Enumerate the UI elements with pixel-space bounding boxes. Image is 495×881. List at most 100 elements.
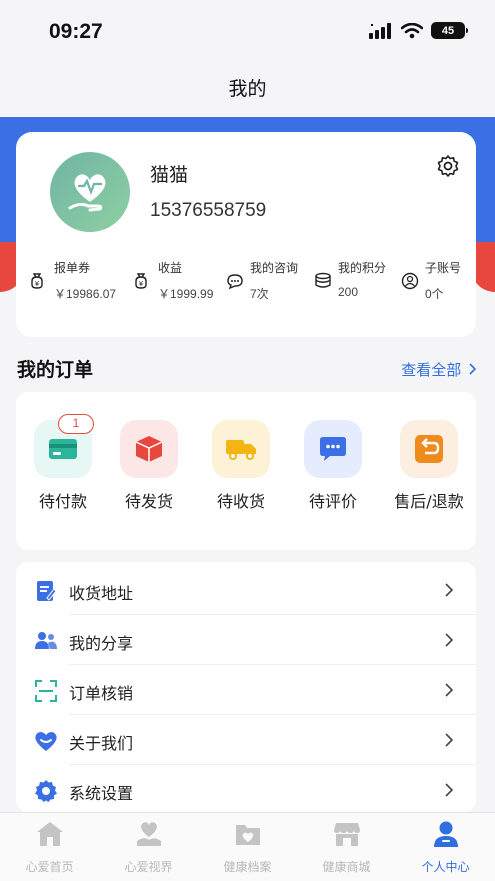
orders-title: 我的订单	[17, 359, 94, 381]
heart-icon	[35, 732, 57, 751]
money-bag-icon: ¥	[31, 273, 43, 289]
stat-value: 0个	[425, 287, 444, 301]
orders-card: 1 待付款 待发货 待收货 待评价 售后/退款	[16, 392, 476, 550]
order-label: 待付款	[38, 492, 87, 511]
avatar[interactable]	[50, 152, 130, 232]
tab-label: 健康商城	[322, 860, 371, 874]
tab-label: 个人中心	[421, 860, 470, 874]
stat-value: ￥1999.99	[158, 287, 214, 301]
comment-icon	[320, 437, 346, 461]
menu-item-address[interactable]: 收货地址	[16, 565, 476, 615]
chevron-right-icon	[445, 733, 454, 747]
gear-icon[interactable]	[436, 154, 460, 178]
svg-text:¥: ¥	[35, 280, 40, 288]
order-label: 待收货	[216, 492, 265, 511]
menu-item-verify[interactable]: 订单核销	[16, 665, 476, 715]
status-icons: 45	[369, 22, 468, 39]
username: 猫猫	[150, 164, 189, 186]
share-users-icon	[35, 632, 57, 649]
home-icon	[36, 822, 63, 846]
card-icon	[49, 439, 77, 459]
tab-label: 心爱首页	[25, 860, 74, 874]
heart-hand-icon	[136, 822, 161, 846]
address-icon	[37, 581, 57, 601]
order-icon-box: 1	[34, 414, 94, 478]
settings-icon	[35, 780, 57, 802]
tab-label: 心爱视界	[124, 860, 173, 874]
order-after-sales[interactable]: 售后/退款	[389, 420, 469, 512]
order-label: 待评价	[308, 492, 357, 511]
svg-text:¥: ¥	[139, 280, 144, 288]
menu-label: 关于我们	[69, 734, 134, 753]
store-icon	[333, 823, 360, 846]
page-title: 我的	[228, 78, 267, 100]
stat-value: 200	[338, 285, 359, 299]
stat-label: 收益	[158, 261, 183, 275]
tab-bar: 心爱首页 心爱视界 健康档案 健康商城 个人中心	[0, 812, 495, 881]
box-icon	[135, 436, 163, 462]
chevron-right-icon	[445, 583, 454, 597]
status-time: 09:27	[49, 20, 103, 43]
stat-consult[interactable]: 我的咨询 7次	[226, 256, 312, 316]
chevron-right-icon	[445, 783, 454, 797]
tab-store[interactable]: 健康商城	[297, 819, 396, 875]
user-circle-icon	[401, 272, 419, 290]
menu-item-about[interactable]: 关于我们	[16, 715, 476, 765]
status-bar: 09:27 45	[0, 0, 495, 60]
order-icon-box	[120, 420, 178, 478]
money-bag-icon: ¥	[135, 273, 147, 289]
stat-value: ￥19986.07	[54, 287, 117, 301]
tab-home[interactable]: 心爱首页	[0, 819, 99, 875]
wifi-icon	[401, 22, 423, 38]
order-icon-box	[212, 420, 270, 478]
stat-label: 子账号	[425, 261, 462, 275]
menu-label: 系统设置	[69, 784, 134, 803]
order-pending-payment[interactable]: 1 待付款	[23, 414, 103, 512]
order-icon-box	[304, 420, 362, 478]
menu-label: 我的分享	[69, 634, 134, 653]
chevron-right-icon	[469, 363, 477, 375]
stat-value: 7次	[250, 287, 269, 301]
stat-label: 我的积分	[338, 261, 387, 275]
tab-profile[interactable]: 个人中心	[396, 819, 495, 875]
tab-label: 健康档案	[223, 860, 272, 874]
chevron-right-icon	[445, 633, 454, 647]
order-icon-box	[400, 420, 458, 478]
stat-subaccount[interactable]: 子账号 0个	[401, 256, 471, 316]
stat-points[interactable]: 我的积分 200	[314, 256, 394, 316]
tab-health-records[interactable]: 健康档案	[198, 819, 297, 875]
menu-label: 收货地址	[69, 584, 134, 603]
order-badge: 1	[58, 414, 94, 434]
chat-bubble-icon	[227, 274, 243, 290]
tab-vision[interactable]: 心爱视界	[99, 819, 198, 875]
stat-label: 报单券	[54, 261, 91, 275]
battery-icon: 45	[431, 22, 468, 39]
view-all-label: 查看全部	[401, 361, 462, 379]
view-all-orders-link[interactable]: 查看全部	[401, 359, 477, 380]
scan-icon	[35, 680, 57, 702]
order-pending-shipment[interactable]: 待发货	[109, 420, 189, 512]
person-icon	[433, 821, 458, 847]
menu-list: 收货地址 我的分享 订单核销 关于我们 系统设置	[16, 562, 476, 812]
menu-label: 订单核销	[69, 684, 134, 703]
stat-income[interactable]: ¥ 收益 ￥1999.99	[132, 256, 228, 316]
heart-hand-icon	[68, 174, 106, 212]
chevron-right-icon	[445, 683, 454, 697]
return-icon	[415, 435, 443, 463]
order-pending-review[interactable]: 待评价	[293, 420, 373, 512]
order-label: 待发货	[124, 492, 173, 511]
signal-icon	[369, 22, 391, 39]
folder-heart-icon	[235, 825, 260, 845]
order-pending-receipt[interactable]: 待收货	[201, 420, 281, 512]
orders-header: 我的订单 查看全部	[17, 355, 477, 381]
truck-icon	[226, 440, 256, 460]
stat-label: 我的咨询	[250, 261, 299, 275]
profile-card: 猫猫 15376558759 ¥ 报单券 ￥19986.07 ¥ 收益 ￥199…	[16, 132, 476, 337]
phone-number: 15376558759	[150, 200, 267, 221]
menu-item-settings[interactable]: 系统设置	[16, 765, 476, 812]
stat-coupon[interactable]: ¥ 报单券 ￥19986.07	[28, 256, 124, 316]
stats-row: ¥ 报单券 ￥19986.07 ¥ 收益 ￥1999.99 我的咨询 7次 我的…	[16, 256, 476, 316]
menu-item-share[interactable]: 我的分享	[16, 615, 476, 665]
coins-stack-icon	[315, 272, 331, 288]
order-label: 售后/退款	[394, 492, 464, 511]
